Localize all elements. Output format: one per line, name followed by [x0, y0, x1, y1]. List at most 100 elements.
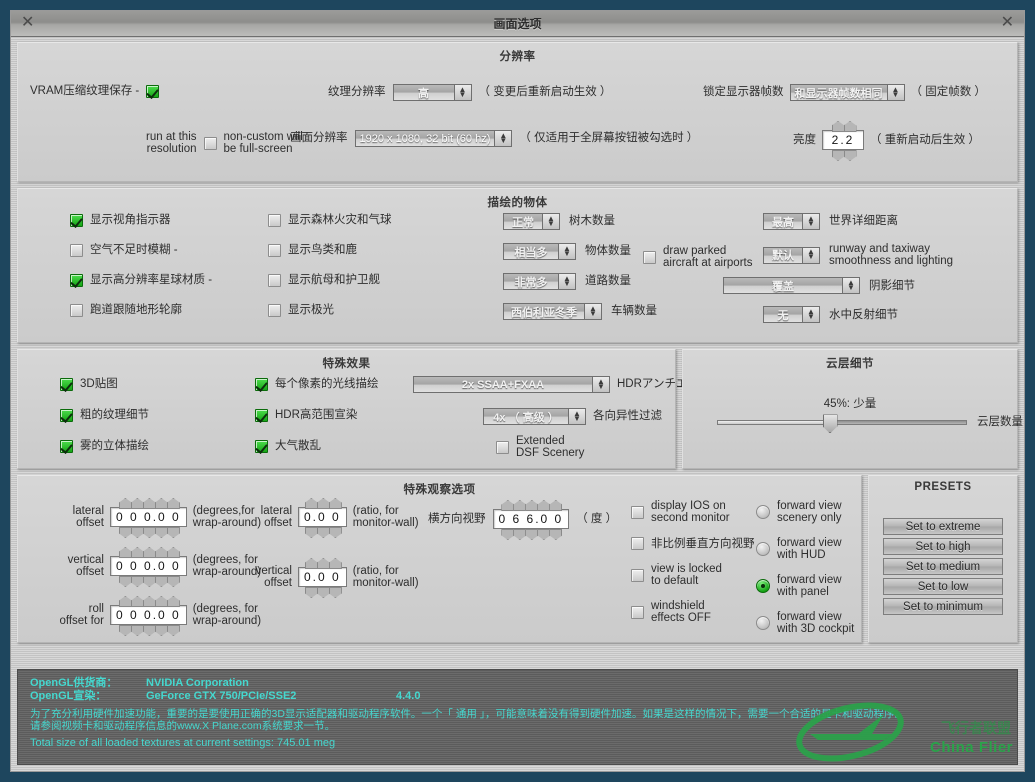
viewing-checkbox-1[interactable]: display IOS on second monitor: [631, 500, 755, 524]
spinner-arrow[interactable]: [155, 547, 166, 556]
monitor-offset-1-spinner[interactable]: 0.0 0: [298, 498, 347, 536]
spinner-down-arrows[interactable]: [298, 527, 347, 536]
viewing-radio-1[interactable]: forward view scenery only: [756, 500, 854, 524]
objects-checkbox-b1[interactable]: 显示森林火灾和气球: [268, 214, 392, 227]
cloud-amount-slider[interactable]: [717, 414, 967, 434]
viewing-radio-3[interactable]: forward view with panel: [756, 574, 854, 598]
close-icon-left[interactable]: ✕: [21, 15, 34, 31]
spinner-down-arrows[interactable]: [110, 625, 187, 634]
spinner-arrow[interactable]: [329, 587, 340, 596]
texture-res-dropdown[interactable]: 高 ▲ ▼: [392, 84, 472, 101]
viewing-radio-2[interactable]: forward view with HUD: [756, 537, 854, 561]
spinner-arrow[interactable]: [131, 547, 142, 556]
spinner-arrow[interactable]: [167, 498, 178, 507]
spinner-arrow[interactable]: [131, 625, 142, 634]
objects-checkbox-2[interactable]: 空气不足时模糊 -: [70, 244, 212, 257]
spinner-arrow[interactable]: [143, 498, 154, 507]
spinner-arrow[interactable]: [167, 527, 178, 536]
spinner-up-arrows[interactable]: [110, 547, 187, 556]
tree-objects-dd-4-dropdown[interactable]: 西伯利亚冬季 ▲ ▼: [503, 303, 602, 320]
checkbox[interactable]: [268, 274, 281, 287]
objects-checkbox-b3[interactable]: 显示航母和护卫舰: [268, 274, 392, 287]
objects-checkbox-1[interactable]: 显示视角指示器: [70, 214, 212, 227]
objects-checkbox-4[interactable]: 跑道跟随地形轮廓: [70, 304, 212, 317]
spinner-arrow[interactable]: [155, 625, 166, 634]
screen-res-dropdown[interactable]: 1920 x 1080, 32 bit (60 hz) ▲ ▼: [354, 130, 513, 147]
world-detail-dd-1-dropdown[interactable]: 最高 ▲ ▼: [763, 213, 820, 230]
spinner-up-arrows[interactable]: [493, 500, 570, 509]
spinner-arrow[interactable]: [525, 529, 536, 538]
spinner-arrow[interactable]: [549, 500, 560, 509]
spinner-up-arrows[interactable]: [298, 498, 347, 507]
spinner-arrow[interactable]: [143, 625, 154, 634]
preset-button-1[interactable]: Set to extreme: [883, 518, 1003, 535]
effects-checkbox-3[interactable]: 雾的立体描绘: [60, 440, 149, 453]
spinner-arrow[interactable]: [317, 527, 328, 536]
spinner-arrow[interactable]: [305, 587, 316, 596]
radio-button[interactable]: [756, 616, 770, 631]
spinner-arrow[interactable]: [167, 547, 178, 556]
spinner-down-arrows[interactable]: [110, 527, 187, 536]
checkbox[interactable]: [70, 274, 83, 287]
hdr-aa-dropdown[interactable]: 2x SSAA+FXAA ▲ ▼: [413, 376, 610, 393]
checkbox[interactable]: [70, 304, 83, 317]
spinner-arrow[interactable]: [513, 529, 524, 538]
checkbox[interactable]: [255, 378, 268, 391]
spinner-arrow[interactable]: [119, 596, 130, 605]
spinner-arrow[interactable]: [143, 527, 154, 536]
spinner-arrow[interactable]: [329, 558, 340, 567]
fps-lock-dropdown[interactable]: 和显示器帧数相同 ▲ ▼: [789, 84, 905, 101]
spinner-arrow[interactable]: [119, 527, 130, 536]
spinner-arrow[interactable]: [537, 529, 548, 538]
spinner-arrow[interactable]: [131, 596, 142, 605]
fov-spinner[interactable]: 0 6 6.0 0: [492, 500, 570, 538]
checkbox[interactable]: [268, 214, 281, 227]
objects-checkbox-b4[interactable]: 显示极光: [268, 304, 392, 317]
spinner-arrow[interactable]: [167, 625, 178, 634]
spinner-up-arrows[interactable]: [110, 498, 187, 507]
aniso-dropdown[interactable]: 4x （ 高级 ） ▲ ▼: [483, 408, 586, 425]
checkbox[interactable]: [268, 244, 281, 257]
spinner-arrow[interactable]: [143, 596, 154, 605]
spinner-arrow[interactable]: [525, 500, 536, 509]
spinner-arrow[interactable]: [155, 576, 166, 585]
checkbox[interactable]: [255, 409, 268, 422]
view-offset-3-spinner[interactable]: 0 0 0.0 0: [110, 596, 187, 634]
spinner-arrow[interactable]: [119, 625, 130, 634]
monitor-offset-2-value[interactable]: 0.0 0: [298, 567, 347, 587]
effects-checkbox-1[interactable]: 3D贴图: [60, 378, 149, 391]
spinner-arrow[interactable]: [119, 576, 130, 585]
brightness-spinner[interactable]: 2.2: [822, 121, 864, 159]
parked-aircraft-row[interactable]: draw parked aircraft at airports: [643, 245, 752, 269]
spinner-arrow[interactable]: [131, 576, 142, 585]
fullscreen-checkbox[interactable]: [203, 136, 217, 150]
world-detail-dd-2-dropdown[interactable]: 默认 ▲ ▼: [763, 246, 820, 264]
spinner-arrow[interactable]: [317, 558, 328, 567]
checkbox[interactable]: [60, 409, 73, 422]
spinner-down-arrows[interactable]: [822, 150, 864, 159]
spinner-arrow[interactable]: [155, 498, 166, 507]
view-offset-2-spinner[interactable]: 0 0 0.0 0: [110, 547, 187, 585]
spinner-arrow[interactable]: [329, 527, 340, 536]
viewing-checkbox-3[interactable]: view is locked to default: [631, 563, 755, 587]
spinner-arrow[interactable]: [537, 500, 548, 509]
extended-dsf-checkbox[interactable]: [496, 440, 509, 454]
spinner-up-arrows[interactable]: [822, 121, 864, 130]
viewing-radio-4[interactable]: forward view with 3D cockpit: [756, 611, 854, 635]
checkbox[interactable]: [631, 505, 644, 519]
viewing-checkbox-4[interactable]: windshield effects OFF: [631, 600, 755, 624]
fov-value[interactable]: 0 6 6.0 0: [492, 509, 570, 529]
spinner-arrow[interactable]: [131, 527, 142, 536]
effects-checkbox-b3[interactable]: 大气散乱: [255, 440, 379, 453]
radio-button[interactable]: [756, 542, 770, 557]
objects-checkbox-3[interactable]: 显示高分辨率星球材质 -: [70, 274, 212, 287]
monitor-offset-1-value[interactable]: 0.0 0: [298, 507, 347, 527]
view-offset-2-value[interactable]: 0 0 0.0 0: [110, 556, 187, 576]
tree-objects-dd-3-dropdown[interactable]: 非常多 ▲ ▼: [503, 273, 576, 290]
spinner-down-arrows[interactable]: [110, 576, 187, 585]
spinner-arrow[interactable]: [143, 547, 154, 556]
spinner-arrow[interactable]: [549, 529, 560, 538]
parked-aircraft-checkbox[interactable]: [643, 250, 656, 264]
spinner-arrow[interactable]: [131, 498, 142, 507]
slider-knob[interactable]: [822, 414, 838, 434]
